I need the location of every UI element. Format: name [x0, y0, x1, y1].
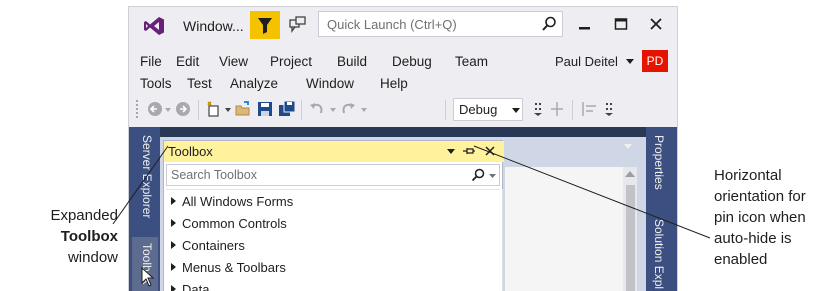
leader-line-toolbox	[112, 145, 169, 225]
callout-leader-lines	[112, 145, 711, 239]
leader-line-pin	[473, 145, 711, 239]
